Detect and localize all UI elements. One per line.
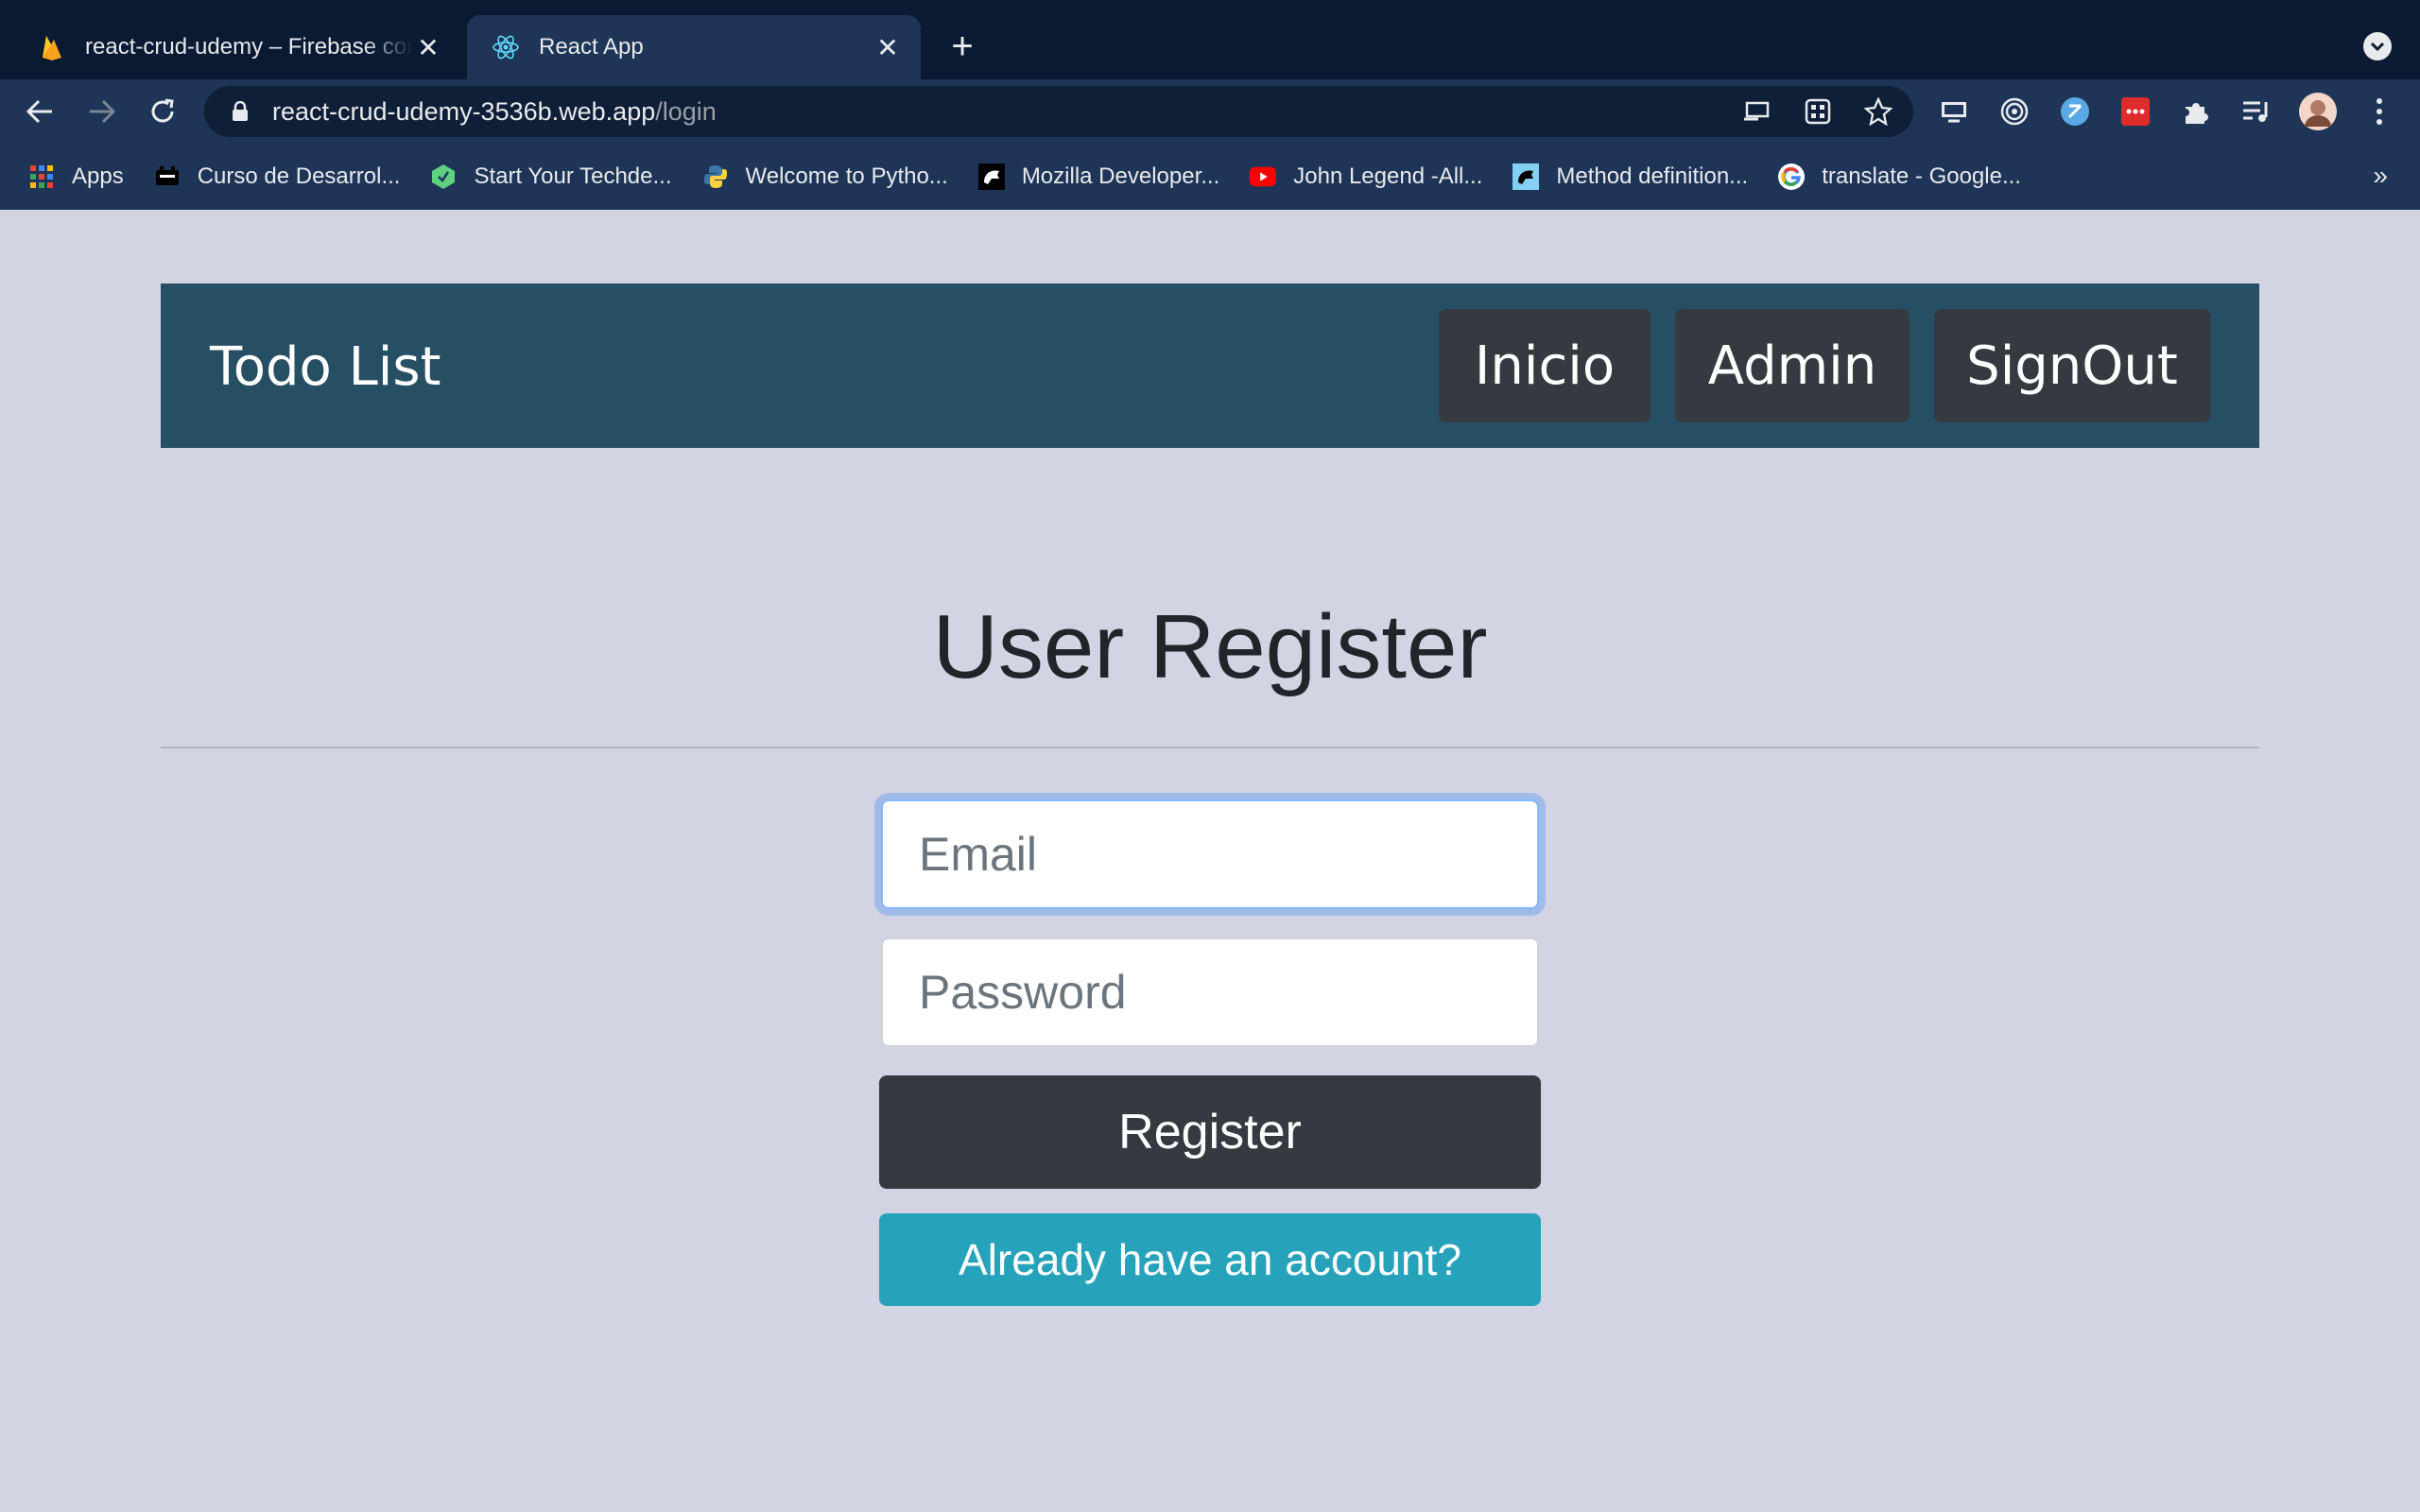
navbar-brand[interactable]: Todo List	[210, 336, 441, 398]
register-button[interactable]: Register	[879, 1075, 1541, 1189]
techdegree-icon	[430, 163, 457, 190]
youtube-icon	[1250, 163, 1277, 190]
bookmark-label: Mozilla Developer...	[1021, 163, 1220, 189]
browser-tab-title: react-crud-udemy – Firebase console	[85, 34, 412, 60]
bookmark-youtube[interactable]: John Legend -All...	[1250, 163, 1482, 190]
mdn-icon	[977, 163, 1005, 190]
bookmark-label: Apps	[72, 163, 124, 189]
media-queue-icon[interactable]	[2240, 95, 2273, 128]
bookmark-label: Welcome to Pytho...	[745, 163, 948, 189]
browser-tab-strip: react-crud-udemy – Firebase console ✕ Re…	[0, 0, 2420, 79]
bookmark-curso[interactable]: Curso de Desarrol...	[154, 163, 401, 190]
bookmark-label: Method definition...	[1556, 163, 1749, 189]
url-path: /login	[655, 96, 717, 126]
bookmark-label: John Legend -All...	[1293, 163, 1483, 189]
back-arrow-icon[interactable]	[21, 93, 59, 130]
page-title: User Register	[932, 596, 1488, 697]
url-text: react-crud-udemy-3536b.web.app/login	[272, 97, 717, 127]
bookmark-mozilla[interactable]: Mozilla Developer...	[977, 163, 1220, 190]
react-icon	[492, 33, 520, 61]
mdn-icon	[1512, 163, 1540, 190]
close-tab-icon[interactable]: ✕	[412, 31, 444, 63]
extensions-puzzle-icon[interactable]	[2180, 95, 2212, 128]
tab-search-icon[interactable]	[2363, 32, 2392, 60]
bookmarks-overflow-icon[interactable]: »	[2373, 161, 2388, 191]
profile-avatar[interactable]	[2299, 93, 2337, 130]
extension-screen-icon[interactable]	[1938, 95, 1970, 128]
bookmark-label: translate - Google...	[1822, 163, 2021, 189]
bookmark-star-icon[interactable]	[1862, 95, 1894, 128]
bookmark-apps[interactable]: Apps	[28, 163, 124, 190]
browser-tab-firebase[interactable]: react-crud-udemy – Firebase console ✕	[13, 15, 461, 79]
bookmark-python[interactable]: Welcome to Pytho...	[702, 163, 948, 190]
browser-tab-title: React App	[539, 34, 644, 60]
nav-admin-button[interactable]: Admin	[1675, 309, 1910, 422]
divider	[161, 747, 2259, 748]
browser-toolbar: react-crud-udemy-3536b.web.app/login	[0, 79, 2420, 144]
extension-blue-icon[interactable]	[2059, 95, 2091, 128]
extension-red-icon[interactable]	[2119, 95, 2152, 128]
python-icon	[702, 163, 729, 190]
firebase-icon	[38, 33, 66, 61]
reload-icon[interactable]	[144, 93, 182, 130]
bookmark-translate[interactable]: translate - Google...	[1778, 163, 2021, 190]
address-bar[interactable]: react-crud-udemy-3536b.web.app/login	[204, 86, 1913, 137]
app-navbar: Todo List Inicio Admin SignOut	[161, 284, 2259, 448]
bookmark-techdegree[interactable]: Start Your Techde...	[430, 163, 672, 190]
browser-menu-icon[interactable]	[2363, 95, 2395, 128]
nav-inicio-button[interactable]: Inicio	[1439, 309, 1651, 422]
password-field[interactable]: Password	[881, 937, 1539, 1047]
already-have-account-button[interactable]: Already have an account?	[879, 1213, 1541, 1306]
apps-grid-icon	[28, 163, 55, 190]
new-tab-icon[interactable]: +	[943, 27, 981, 66]
forward-arrow-icon[interactable]	[83, 93, 121, 130]
bookmark-label: Start Your Techde...	[474, 163, 672, 189]
cast-icon[interactable]	[1741, 95, 1773, 128]
course-icon	[154, 163, 181, 190]
google-icon	[1778, 163, 1806, 190]
lock-icon	[229, 100, 251, 123]
email-field[interactable]: Email	[881, 799, 1539, 909]
bookmarks-bar: Apps Curso de Desarrol... Start Your Tec…	[0, 144, 2420, 210]
qr-code-icon[interactable]	[1802, 95, 1834, 128]
bookmark-label: Curso de Desarrol...	[197, 163, 401, 189]
nav-signout-button[interactable]: SignOut	[1934, 309, 2210, 422]
close-tab-icon[interactable]: ✕	[872, 31, 904, 63]
url-domain: react-crud-udemy-3536b.web.app	[272, 96, 656, 126]
bookmark-method-definition[interactable]: Method definition...	[1512, 163, 1748, 190]
extension-target-icon[interactable]	[1998, 95, 2031, 128]
browser-tab-react-app[interactable]: React App ✕	[467, 15, 921, 79]
